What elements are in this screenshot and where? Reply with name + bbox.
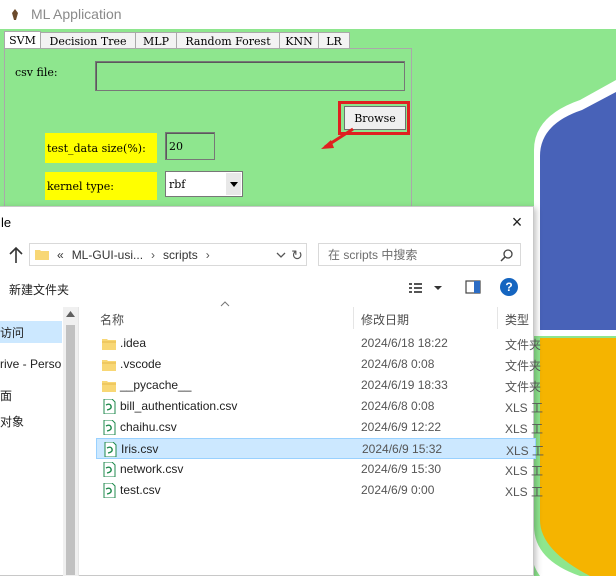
file-row[interactable]: test.csv 2024/6/9 0:00 XLS 工: [96, 480, 543, 501]
column-header-type[interactable]: 类型: [505, 311, 529, 328]
refresh-icon[interactable]: ↻: [290, 247, 304, 263]
file-name: Iris.csv: [121, 442, 159, 456]
open-file-dialog: le × « ML-GUI-usi... › scripts › ↻ 在 scr…: [0, 206, 544, 576]
file-type: XLS 工: [505, 401, 544, 415]
title-bar: ML Application: [0, 0, 616, 29]
nav-item-onedrive[interactable]: rive - Perso: [0, 357, 62, 371]
file-modified-date: 2024/6/8 0:08: [361, 399, 435, 413]
file-type: XLS 工: [505, 422, 544, 436]
file-modified-date: 2024/6/18 18:22: [361, 336, 448, 350]
file-type: XLS 工: [505, 464, 544, 478]
folder-icon: [35, 250, 49, 260]
help-icon[interactable]: ?: [500, 278, 518, 296]
sort-caret-icon: [220, 301, 230, 307]
file-row[interactable]: Iris.csv 2024/6/9 15:32 XLS 工: [96, 438, 544, 459]
csv-file-input[interactable]: [95, 61, 405, 91]
tab-lr[interactable]: LR: [318, 32, 350, 49]
file-row[interactable]: .vscode 2024/6/8 0:08 文件夹: [96, 354, 541, 375]
file-name: test.csv: [120, 483, 161, 497]
csv-file-icon: [103, 441, 117, 458]
file-type: XLS 工: [506, 444, 545, 458]
chevron-right-icon[interactable]: ›: [206, 248, 210, 262]
file-modified-date: 2024/6/9 0:00: [361, 483, 435, 497]
file-modified-date: 2024/6/19 18:33: [361, 378, 448, 392]
file-modified-date: 2024/6/8 0:08: [361, 357, 435, 371]
preview-pane-icon[interactable]: [465, 279, 481, 295]
csv-file-icon: [102, 461, 116, 478]
column-header-name[interactable]: 名称: [100, 311, 124, 328]
csv-file-icon: [102, 419, 116, 436]
file-type: 文件夹: [505, 380, 542, 394]
annotation-arrow-icon: [321, 127, 354, 149]
nav-item-desktop[interactable]: 面: [0, 387, 62, 404]
dialog-toolbar: 新建文件夹 ?: [0, 275, 534, 301]
file-modified-date: 2024/6/9 15:30: [361, 462, 442, 476]
new-folder-button[interactable]: 新建文件夹: [9, 281, 69, 298]
nav-item-3d-objects[interactable]: 对象: [0, 413, 62, 430]
kernel-type-select[interactable]: rbf: [165, 171, 243, 197]
file-row[interactable]: chaihu.csv 2024/6/9 12:22 XLS 工: [96, 417, 543, 438]
file-type: XLS 工: [505, 485, 544, 499]
kernel-type-value: rbf: [169, 177, 186, 191]
file-row[interactable]: .idea 2024/6/18 18:22 文件夹: [96, 333, 541, 354]
navigation-pane: 访问 rive - Perso 面 对象: [0, 307, 79, 576]
tab-svm[interactable]: SVM: [4, 31, 41, 49]
test-data-size-input[interactable]: 20: [165, 132, 215, 160]
file-row[interactable]: __pycache__ 2024/6/19 18:33 文件夹: [96, 375, 541, 396]
column-header-date[interactable]: 修改日期: [361, 311, 409, 328]
csv-file-icon: [102, 482, 116, 499]
chevron-right-icon[interactable]: ›: [151, 248, 155, 262]
scrollbar-thumb[interactable]: [66, 325, 75, 575]
close-icon[interactable]: ×: [508, 213, 526, 231]
tab-mlp[interactable]: MLP: [135, 32, 177, 49]
file-modified-date: 2024/6/9 15:32: [362, 442, 443, 456]
test-data-size-label: test_data size(%):: [45, 133, 157, 163]
column-divider[interactable]: [497, 307, 498, 329]
search-icon[interactable]: [500, 248, 514, 262]
folder-icon: [102, 378, 116, 393]
file-row[interactable]: network.csv 2024/6/9 15:30 XLS 工: [96, 459, 543, 480]
breadcrumb-item[interactable]: ML-GUI-usi...: [72, 248, 143, 262]
file-name: bill_authentication.csv: [120, 399, 238, 413]
app-feather-icon: [12, 9, 18, 20]
tab-random-forest[interactable]: Random Forest: [176, 32, 280, 49]
file-row[interactable]: bill_authentication.csv 2024/6/8 0:08 XLS …: [96, 396, 543, 417]
file-type: 文件夹: [505, 359, 542, 373]
tab-bar: SVM Decision Tree MLP Random Forest KNN …: [4, 31, 350, 49]
file-name: __pycache__: [120, 378, 192, 392]
window-title: ML Application: [31, 6, 122, 22]
folder-icon: [102, 336, 116, 351]
csv-file-icon: [102, 398, 116, 415]
folder-icon: [102, 357, 116, 372]
dialog-title: le: [1, 215, 12, 230]
column-divider[interactable]: [353, 307, 354, 329]
navigation-bar: « ML-GUI-usi... › scripts › ↻ 在 scripts …: [0, 243, 534, 267]
search-input[interactable]: 在 scripts 中搜索: [318, 243, 521, 266]
address-bar[interactable]: « ML-GUI-usi... › scripts › ↻: [29, 243, 307, 266]
nav-scrollbar[interactable]: [63, 307, 78, 576]
file-name: network.csv: [120, 462, 184, 476]
chevron-down-icon[interactable]: [276, 250, 286, 260]
column-headers: 名称 修改日期 类型: [80, 301, 534, 329]
file-name: .idea: [120, 336, 147, 350]
breadcrumb-prefix[interactable]: «: [57, 248, 64, 262]
search-placeholder: 在 scripts 中搜索: [328, 248, 418, 262]
up-arrow-icon[interactable]: [8, 245, 24, 265]
tab-knn[interactable]: KNN: [279, 32, 319, 49]
csv-file-label: csv file:: [15, 66, 58, 79]
tab-decision-tree[interactable]: Decision Tree: [40, 32, 136, 49]
file-name: chaihu.csv: [120, 420, 177, 434]
chevron-up-icon[interactable]: [66, 311, 75, 317]
svm-panel: csv file: Browse test_data size(%): 20 k…: [4, 48, 412, 218]
nav-item-quick-access[interactable]: 访问: [0, 321, 62, 343]
file-list: 名称 修改日期 类型 .idea 2024/6/18 18:22 文件夹 .vscod…: [80, 301, 544, 576]
file-name: .vscode: [120, 357, 162, 371]
breadcrumb-item[interactable]: scripts: [163, 248, 198, 262]
file-modified-date: 2024/6/9 12:22: [361, 420, 442, 434]
file-type: 文件夹: [505, 338, 542, 352]
chevron-down-icon[interactable]: [226, 173, 241, 195]
kernel-type-label: kernel type:: [45, 172, 157, 200]
view-options-icon[interactable]: [408, 280, 444, 296]
